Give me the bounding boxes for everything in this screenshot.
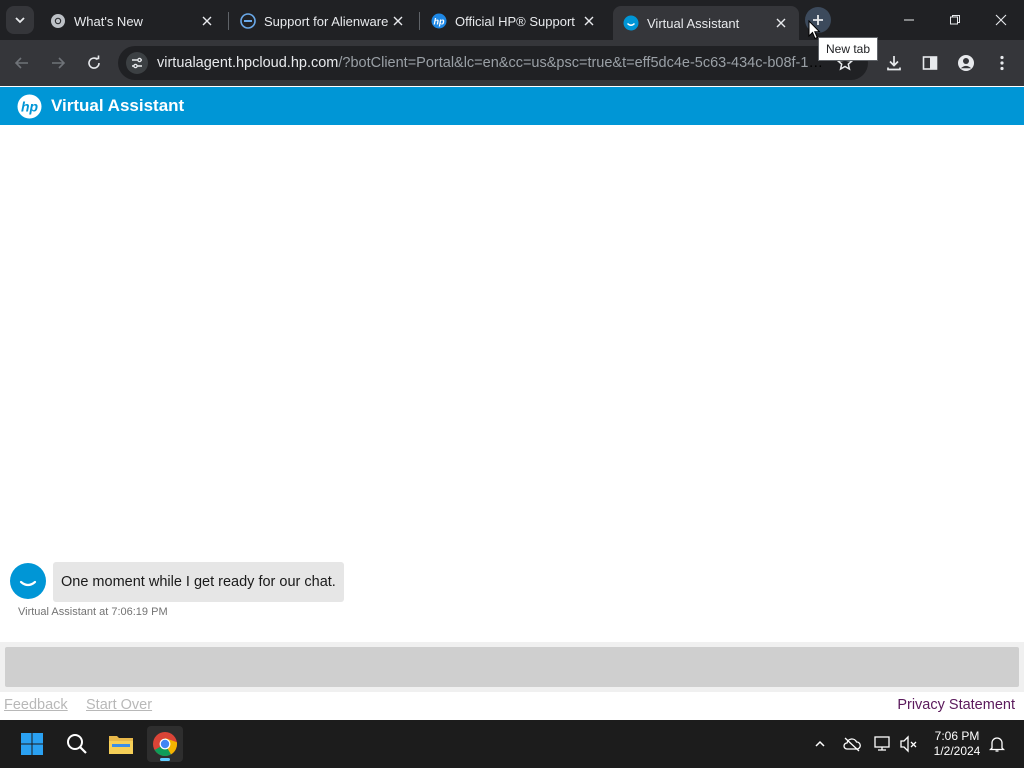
tab-whats-new[interactable]: What's New [40, 6, 225, 36]
bot-message: One moment while I get ready for our cha… [53, 562, 344, 602]
new-tab-tooltip: New tab [818, 37, 879, 61]
close-icon [995, 14, 1007, 26]
tab-title: Support for Alienware [264, 13, 388, 29]
chat-bubble-icon [19, 580, 37, 587]
restore-icon [950, 15, 960, 25]
speaker-muted-icon [900, 735, 917, 753]
show-hidden-icons-button[interactable] [809, 733, 831, 755]
side-panel-icon [922, 56, 938, 70]
tab-official-hp-support[interactable]: hp Official HP® Support [421, 6, 607, 36]
file-explorer-button[interactable] [103, 726, 139, 762]
profile-icon [958, 55, 974, 71]
close-icon[interactable] [579, 11, 599, 31]
svg-text:hp: hp [434, 17, 445, 27]
reload-icon [88, 55, 100, 69]
start-over-link[interactable]: Start Over [86, 697, 152, 713]
download-icon [887, 56, 901, 71]
menu-button[interactable] [990, 51, 1014, 75]
virtual-assistant-icon [623, 15, 639, 31]
tab-separator [419, 12, 420, 30]
message-timestamp: Virtual Assistant at 7:06:19 PM [18, 606, 168, 618]
url-path: /?botClient=Portal&lc=en&cc=us&psc=true&… [338, 55, 829, 71]
more-vertical-icon [1000, 55, 1004, 71]
assistant-footer: Feedback Start Over Privacy Statement [0, 692, 1024, 720]
chat-input-area [0, 642, 1024, 692]
url-text[interactable]: virtualagent.hpcloud.hp.com/?botClient=P… [157, 55, 829, 71]
hp-logo-icon: hp [17, 94, 42, 119]
assistant-header: hp Virtual Assistant [0, 87, 1024, 125]
mouse-cursor-icon [808, 20, 821, 40]
forward-button[interactable] [44, 49, 72, 77]
restore-button[interactable] [932, 0, 978, 40]
arrow-left-icon [14, 57, 28, 69]
tab-title: Virtual Assistant [647, 15, 740, 31]
address-bar[interactable]: virtualagent.hpcloud.hp.com/?botClient=P… [118, 46, 868, 80]
profile-button[interactable] [954, 51, 978, 75]
chevron-up-icon [815, 740, 825, 747]
bell-icon [989, 737, 1005, 752]
taskbar-search-button[interactable] [59, 726, 95, 762]
page-title: Virtual Assistant [51, 96, 185, 115]
search-icon [67, 734, 87, 754]
clock-date: 1/2/2024 [933, 744, 981, 758]
tab-support-alienware[interactable]: Support for Alienware [230, 6, 416, 36]
clock-time: 7:06 PM [934, 729, 980, 743]
url-host: virtualagent.hpcloud.hp.com [157, 55, 339, 71]
cloud-off-icon [843, 737, 861, 752]
site-info-icon[interactable] [126, 52, 148, 74]
chat-input[interactable] [5, 647, 1019, 687]
close-icon[interactable] [388, 11, 408, 31]
tab-title: Official HP® Support [455, 13, 575, 29]
bot-avatar [10, 563, 46, 599]
hp-icon: hp [431, 13, 447, 29]
volume-tray-icon[interactable] [898, 733, 920, 755]
close-icon[interactable] [771, 13, 791, 33]
tab-virtual-assistant[interactable]: Virtual Assistant [613, 6, 799, 40]
network-icon [874, 736, 890, 751]
tab-title: What's New [74, 13, 143, 29]
chat-transcript: One moment while I get ready for our cha… [0, 125, 1024, 642]
minimize-icon [904, 19, 914, 21]
svg-text:hp: hp [21, 99, 39, 115]
windows-taskbar: 7:06 PM 1/2/2024 [0, 720, 1024, 768]
close-icon[interactable] [197, 11, 217, 31]
active-app-indicator [160, 758, 170, 761]
close-window-button[interactable] [978, 0, 1024, 40]
feedback-link[interactable]: Feedback [4, 697, 68, 713]
download-button[interactable] [882, 51, 906, 75]
notifications-button[interactable] [986, 733, 1008, 755]
chevron-down-icon [15, 17, 25, 24]
tab-search-button[interactable] [6, 6, 34, 34]
tab-separator [228, 12, 229, 30]
browser-tab-strip: What's New Support for Alienware hp Offi… [0, 0, 1024, 40]
minimize-button[interactable] [886, 0, 932, 40]
privacy-statement-link[interactable]: Privacy Statement [897, 697, 1015, 713]
network-tray-icon[interactable] [872, 733, 894, 755]
system-clock[interactable]: 7:06 PM 1/2/2024 [918, 729, 996, 759]
onedrive-tray-icon[interactable] [841, 733, 863, 755]
side-panel-button[interactable] [918, 51, 942, 75]
chrome-icon [51, 14, 65, 28]
windows-logo-icon [21, 733, 43, 755]
folder-icon [109, 736, 133, 754]
arrow-right-icon [52, 57, 66, 69]
chrome-icon [153, 732, 178, 757]
dell-icon [240, 13, 256, 29]
chrome-taskbar-button[interactable] [147, 726, 183, 762]
reload-button[interactable] [80, 49, 108, 77]
start-button[interactable] [14, 726, 50, 762]
back-button[interactable] [8, 49, 36, 77]
